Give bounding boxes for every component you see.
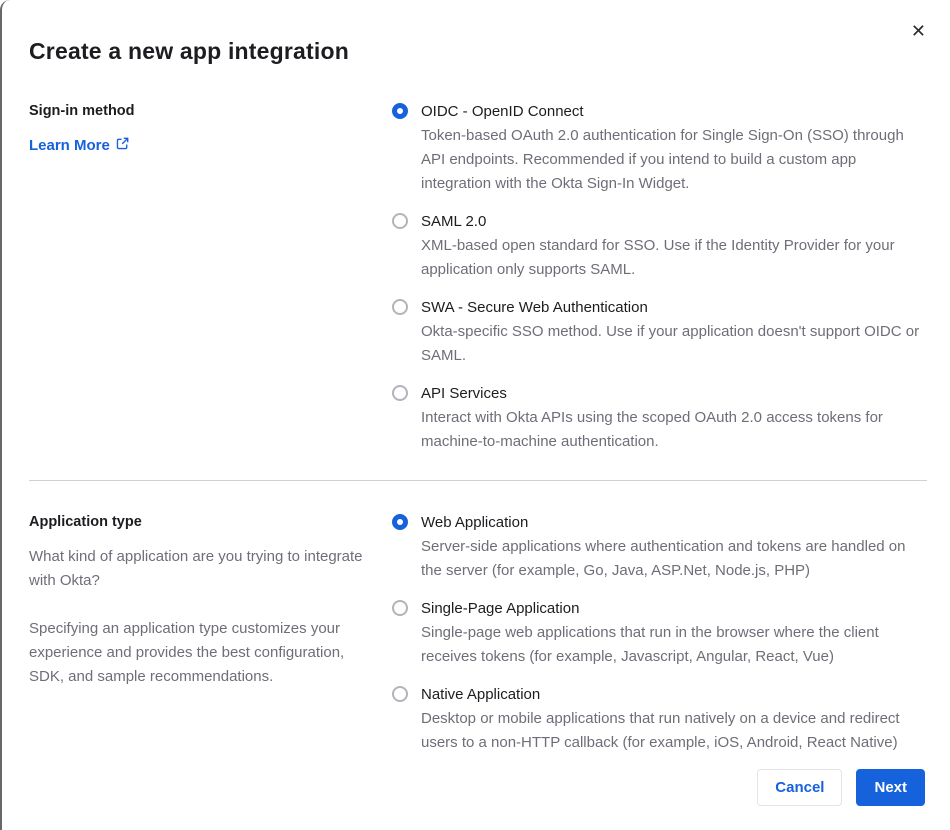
application-type-section: Application type What kind of applicatio… <box>29 511 927 755</box>
application-type-helper-2: Specifying an application type customize… <box>29 620 345 685</box>
signin-method-options: OIDC - OpenID Connect Token-based OAuth … <box>392 100 927 454</box>
radio-option-swa[interactable]: SWA - Secure Web Authentication Okta-spe… <box>392 296 927 368</box>
radio-option-native-application[interactable]: Native Application Desktop or mobile app… <box>392 683 927 755</box>
radio-option-api-services[interactable]: API Services Interact with Okta APIs usi… <box>392 382 927 454</box>
radio-option-single-page-application[interactable]: Single-Page Application Single-page web … <box>392 597 927 669</box>
learn-more-label: Learn More <box>29 137 110 154</box>
radio-icon-web-application[interactable] <box>392 514 408 530</box>
radio-option-description: Interact with Okta APIs using the scoped… <box>421 409 883 450</box>
radio-option-text: API Services Interact with Okta APIs usi… <box>421 382 927 454</box>
radio-icon-swa[interactable] <box>392 299 408 315</box>
radio-option-web-application[interactable]: Web Application Server-side applications… <box>392 511 927 583</box>
radio-option-description: Server-side applications where authentic… <box>421 538 906 579</box>
application-type-label: Application type <box>29 514 142 530</box>
radio-option-text: OIDC - OpenID Connect Token-based OAuth … <box>421 100 927 196</box>
radio-option-text: SAML 2.0 XML-based open standard for SSO… <box>421 210 927 282</box>
radio-icon-api-services[interactable] <box>392 385 408 401</box>
signin-method-left-column: Sign-in method Learn More <box>29 100 369 157</box>
radio-icon-oidc[interactable] <box>392 103 408 119</box>
dialog-footer: Cancel Next <box>757 769 925 806</box>
radio-option-label: Single-Page Application <box>421 600 580 617</box>
radio-option-oidc[interactable]: OIDC - OpenID Connect Token-based OAuth … <box>392 100 927 196</box>
radio-option-text: SWA - Secure Web Authentication Okta-spe… <box>421 296 927 368</box>
radio-option-description: XML-based open standard for SSO. Use if … <box>421 237 895 278</box>
radio-option-text: Native Application Desktop or mobile app… <box>421 683 927 755</box>
section-divider <box>29 480 927 481</box>
radio-option-description: Desktop or mobile applications that run … <box>421 710 900 751</box>
radio-option-text: Single-Page Application Single-page web … <box>421 597 927 669</box>
signin-method-section: Sign-in method Learn More OIDC - OpenID … <box>29 100 927 454</box>
radio-option-description: Single-page web applications that run in… <box>421 624 879 665</box>
cancel-button[interactable]: Cancel <box>757 769 843 806</box>
external-link-icon <box>116 135 129 157</box>
next-button[interactable]: Next <box>856 769 925 806</box>
application-type-left-column: Application type What kind of applicatio… <box>29 511 369 689</box>
radio-icon-single-page-application[interactable] <box>392 600 408 616</box>
create-app-integration-dialog: ✕ Create a new app integration Sign-in m… <box>0 0 950 830</box>
page-title: Create a new app integration <box>29 38 349 64</box>
radio-option-label: OIDC - OpenID Connect <box>421 103 584 120</box>
application-type-options: Web Application Server-side applications… <box>392 511 927 755</box>
application-type-helper-1: What kind of application are you trying … <box>29 548 363 589</box>
learn-more-link[interactable]: Learn More <box>29 135 129 157</box>
radio-option-saml[interactable]: SAML 2.0 XML-based open standard for SSO… <box>392 210 927 282</box>
radio-option-label: SAML 2.0 <box>421 213 487 230</box>
radio-option-label: API Services <box>421 385 507 402</box>
radio-option-description: Okta-specific SSO method. Use if your ap… <box>421 323 920 364</box>
close-icon[interactable]: ✕ <box>907 18 930 44</box>
radio-icon-saml[interactable] <box>392 213 408 229</box>
radio-option-description: Token-based OAuth 2.0 authentication for… <box>421 127 904 192</box>
radio-option-text: Web Application Server-side applications… <box>421 511 927 583</box>
radio-option-label: SWA - Secure Web Authentication <box>421 299 648 316</box>
radio-icon-native-application[interactable] <box>392 686 408 702</box>
radio-option-label: Web Application <box>421 514 529 531</box>
signin-method-label: Sign-in method <box>29 103 135 119</box>
radio-option-label: Native Application <box>421 686 541 703</box>
